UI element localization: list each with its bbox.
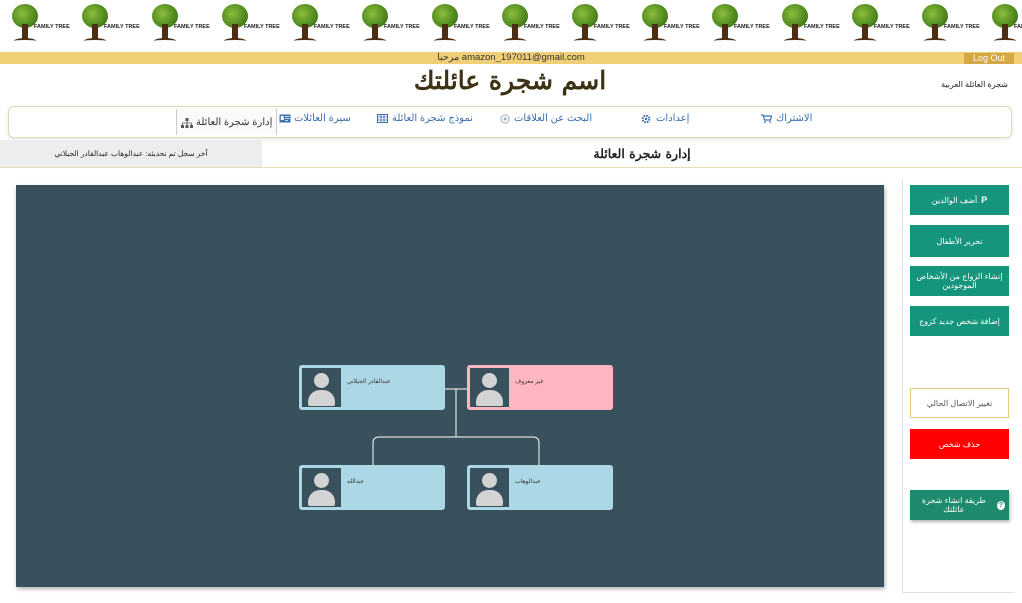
logo-text: FAMILY TREE [594, 24, 630, 30]
family-tree-logo: FAMILY TREE [840, 0, 910, 52]
family-tree-logo: FAMILY TREE [910, 0, 980, 52]
person-card-mother[interactable]: غير معروف [467, 365, 613, 410]
person-name: عبدالله [347, 479, 365, 485]
tree-connectors [372, 388, 540, 465]
logo-text: FAMILY TREE [734, 24, 770, 30]
search-relations-icon [499, 114, 510, 124]
logo-text: FAMILY TREE [384, 24, 420, 30]
logo-text: FAMILY TREE [104, 24, 140, 30]
nav-item-label: نموذج شجرة العائلة [392, 113, 473, 124]
page-title: إدارة شجرة العائلة [593, 146, 691, 161]
nav-item-label: الاشتراك [776, 113, 813, 124]
nav-item-label: البحث عن العلاقات [514, 113, 593, 124]
parents-icon: P [981, 194, 988, 205]
delete-person-button[interactable]: حذف شخص [910, 429, 1009, 459]
nav-item-label: سيرة العائلات [294, 113, 351, 124]
person-avatar-icon [470, 468, 509, 507]
add-parents-button[interactable]: أضف الوالدين P [910, 185, 1009, 215]
logo-text: FAMILY TREE [454, 24, 490, 30]
logo-text: FAMILY TREE [314, 24, 350, 30]
logo-text: FAMILY TREE [1014, 24, 1022, 30]
button-label: طريقة انشاء شجرة عائلتك [921, 496, 986, 514]
page-header: آخر سجل تم تحديثه: عبدالوهاب عبدالقادر ا… [0, 140, 1022, 168]
nav-item-tree-management[interactable]: إدارة شجرة العائلة [176, 109, 278, 135]
logout-button[interactable]: Log Out [964, 53, 1014, 64]
logo-text: FAMILY TREE [174, 24, 210, 30]
add-new-spouse-button[interactable]: إضافة شخص جديد كزوج [910, 306, 1009, 336]
family-tree-logo: FAMILY TREE [70, 0, 140, 52]
family-tree-logo: FAMILY TREE [490, 0, 560, 52]
logo-text: FAMILY TREE [244, 24, 280, 30]
language-link[interactable]: شجرة العائلة العربية [941, 80, 1008, 89]
family-tree-logo: FAMILY TREE [210, 0, 280, 52]
family-tree-logo: FAMILY TREE [350, 0, 420, 52]
nav-item-label: إعدادات [656, 113, 690, 124]
id-card-icon [279, 114, 291, 123]
logo-text: FAMILY TREE [804, 24, 840, 30]
nav-item-relations-search[interactable]: البحث عن العلاقات [499, 113, 592, 124]
family-tree-logo: FAMILY TREE [140, 0, 210, 52]
tree-canvas[interactable]: عبدالقادر الجيلاني غير معروف عبدالله عبد… [16, 185, 884, 587]
person-name: غير معروف [515, 379, 544, 385]
person-name: عبدالوهاب [515, 479, 541, 485]
person-avatar-icon [470, 368, 509, 407]
logo-text: FAMILY TREE [664, 24, 700, 30]
logo-text: FAMILY TREE [874, 24, 910, 30]
banner: FAMILY TREE FAMILY TREE FAMILY TREE FAMILY … [0, 0, 1022, 52]
family-tree-logo: FAMILY TREE [770, 0, 840, 52]
person-card-child[interactable]: عبدالله [299, 465, 445, 510]
logo-text: FAMILY TREE [944, 24, 980, 30]
family-tree-logo: FAMILY TREE [420, 0, 490, 52]
nav-item-subscription[interactable]: الاشتراك [761, 113, 812, 124]
button-label: أضف الوالدين [931, 195, 978, 205]
logo-text: FAMILY TREE [34, 24, 70, 30]
nav-item-family-biographies[interactable]: سيرة العائلات [279, 113, 351, 124]
logo-text: FAMILY TREE [524, 24, 560, 30]
nav-item-tree-model[interactable]: نموذج شجرة العائلة [377, 113, 473, 124]
family-tree-logo: FAMILY TREE [560, 0, 630, 52]
org-chart-icon [181, 117, 193, 128]
cart-icon [761, 114, 773, 123]
family-tree-logo: FAMILY TREE [280, 0, 350, 52]
nav-item-settings[interactable]: إعدادات [641, 113, 689, 124]
top-bar: مرحبا amazon_197011@gmail.com Log Out [0, 52, 1022, 64]
main-nav: الاشتراك إعدادات البحث عن العلاقات نموذج… [8, 106, 1012, 138]
welcome-text: مرحبا amazon_197011@gmail.com [437, 52, 585, 63]
actions-sidebar: أضف الوالدين P تحرير الأطفال إنشاء الزوا… [902, 180, 1014, 593]
family-tree-logo: FAMILY TREE [0, 0, 70, 52]
family-tree-logo: FAMILY TREE [980, 0, 1022, 52]
help-button[interactable]: طريقة انشاء شجرة عائلتك ? [910, 490, 1009, 520]
gear-icon [641, 114, 652, 124]
site-title: اسم شجرة عائلتك [413, 66, 607, 95]
person-card-father[interactable]: عبدالقادر الجيلاني [299, 365, 445, 410]
person-name: عبدالقادر الجيلاني [347, 379, 391, 385]
create-marriage-button[interactable]: إنشاء الزواج من الأشخاص الموجودين [910, 266, 1009, 296]
change-connection-button[interactable]: تغيير الاتصال الحالي [910, 388, 1009, 418]
family-tree-logo: FAMILY TREE [700, 0, 770, 52]
nav-item-label: إدارة شجرة العائلة [196, 116, 273, 128]
edit-children-button[interactable]: تحرير الأطفال [910, 225, 1009, 257]
person-avatar-icon [302, 468, 341, 507]
person-card-child[interactable]: عبدالوهاب [467, 465, 613, 510]
help-icon: ? [996, 500, 1005, 510]
person-avatar-icon [302, 368, 341, 407]
family-tree-logo: FAMILY TREE [630, 0, 700, 52]
last-updated: آخر سجل تم تحديثه: عبدالوهاب عبدالقادر ا… [0, 140, 262, 167]
grid-icon [377, 114, 388, 123]
